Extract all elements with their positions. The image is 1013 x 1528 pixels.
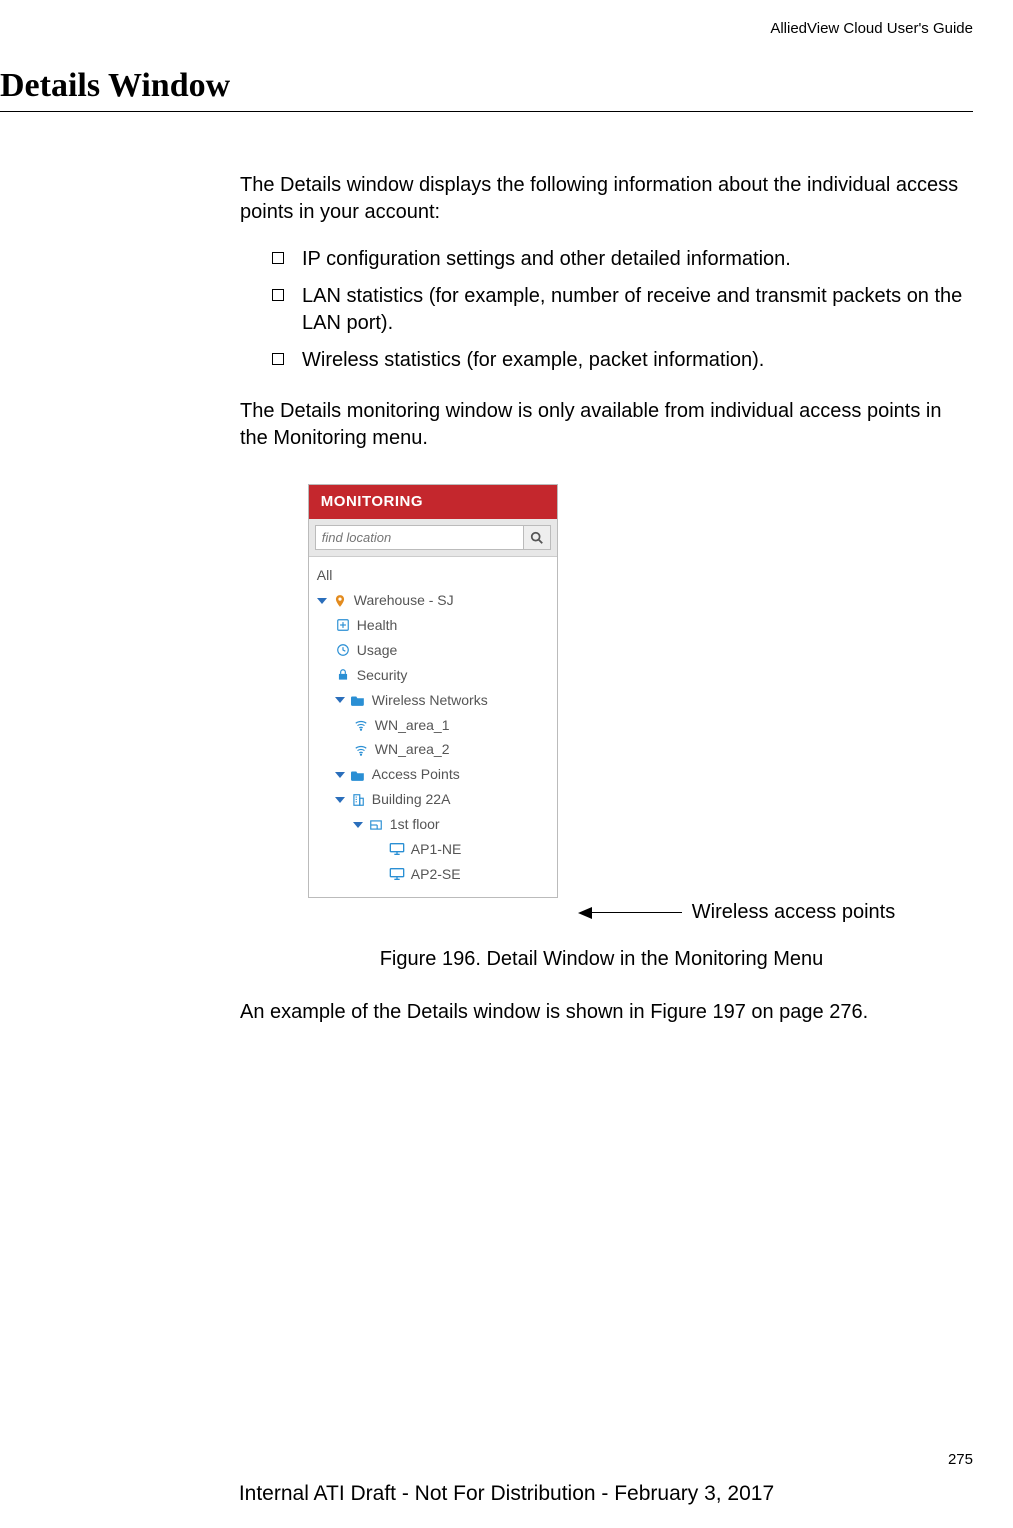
tree-item-wn1[interactable]: WN_area_1	[313, 713, 553, 738]
wifi-icon	[353, 717, 369, 733]
folder-icon	[350, 692, 366, 708]
tree-label: Usage	[357, 641, 397, 660]
section-heading: Details Window	[0, 67, 973, 105]
list-item: LAN statistics (for example, number of r…	[272, 283, 963, 337]
tree-label: WN_area_2	[375, 740, 450, 759]
tree-item-wn2[interactable]: WN_area_2	[313, 737, 553, 762]
tree-label: Health	[357, 616, 397, 635]
bullet-list: IP configuration settings and other deta…	[272, 246, 963, 374]
caret-icon	[335, 797, 345, 803]
bullet-text: IP configuration settings and other deta…	[302, 246, 963, 273]
device-icon	[389, 841, 405, 857]
tree-item-access-points[interactable]: Access Points	[313, 762, 553, 787]
bullet-text: LAN statistics (for example, number of r…	[302, 283, 963, 337]
floor-icon	[368, 817, 384, 833]
bullet-icon	[272, 353, 284, 365]
figure-area: MONITORING All Warehouse - SJ	[240, 484, 963, 926]
location-pin-icon	[332, 593, 348, 609]
tree-item-location[interactable]: Warehouse - SJ	[313, 588, 553, 613]
lock-icon	[335, 667, 351, 683]
search-button[interactable]	[523, 525, 551, 550]
folder-icon	[350, 767, 366, 783]
health-icon	[335, 617, 351, 633]
tree-item-usage[interactable]: Usage	[313, 638, 553, 663]
tree-label: Wireless Networks	[372, 691, 488, 710]
list-item: Wireless statistics (for example, packet…	[272, 347, 963, 374]
list-item: IP configuration settings and other deta…	[272, 246, 963, 273]
heading-rule	[0, 111, 973, 112]
caret-icon	[335, 772, 345, 778]
page-number: 275	[948, 1451, 973, 1468]
arrow-icon	[578, 907, 682, 919]
caret-icon	[317, 598, 327, 604]
caret-icon	[335, 697, 345, 703]
bullet-icon	[272, 252, 284, 264]
monitoring-panel: MONITORING All Warehouse - SJ	[308, 484, 558, 898]
search-icon	[530, 531, 544, 545]
intro-paragraph: The Details window displays the followin…	[240, 172, 963, 226]
document-header: AlliedView Cloud User's Guide	[0, 20, 973, 37]
tree-item-floor[interactable]: 1st floor	[313, 812, 553, 837]
bullet-icon	[272, 289, 284, 301]
tree-view: All Warehouse - SJ Health	[309, 557, 557, 897]
tree-label: Building 22A	[372, 790, 451, 809]
body-paragraph: The Details monitoring window is only av…	[240, 398, 963, 452]
device-icon	[389, 866, 405, 882]
tree-item-building[interactable]: Building 22A	[313, 787, 553, 812]
tree-label: 1st floor	[390, 815, 440, 834]
content-block: The Details window displays the followin…	[240, 172, 963, 1026]
panel-header: MONITORING	[309, 485, 557, 519]
bullet-text: Wireless statistics (for example, packet…	[302, 347, 963, 374]
tree-item-ap2[interactable]: AP2-SE	[313, 862, 553, 887]
usage-icon	[335, 642, 351, 658]
tree-label: Security	[357, 666, 408, 685]
tree-label: Warehouse - SJ	[354, 591, 454, 610]
tree-item-all[interactable]: All	[313, 563, 553, 588]
body-paragraph: An example of the Details window is show…	[240, 999, 963, 1026]
tree-label: AP1-NE	[411, 840, 462, 859]
tree-item-ap1[interactable]: AP1-NE	[313, 837, 553, 862]
tree-label: WN_area_1	[375, 716, 450, 735]
annotation: Wireless access points	[578, 484, 895, 926]
tree-item-security[interactable]: Security	[313, 663, 553, 688]
tree-item-health[interactable]: Health	[313, 613, 553, 638]
annotation-label: Wireless access points	[692, 899, 895, 926]
footer-draft-notice: Internal ATI Draft - Not For Distributio…	[0, 1482, 1013, 1506]
tree-label: AP2-SE	[411, 865, 461, 884]
caret-icon	[353, 822, 363, 828]
building-icon	[350, 792, 366, 808]
tree-label: Access Points	[372, 765, 460, 784]
figure-caption: Figure 196. Detail Window in the Monitor…	[240, 946, 963, 973]
search-input[interactable]	[315, 525, 524, 550]
tree-item-wireless-networks[interactable]: Wireless Networks	[313, 688, 553, 713]
wifi-icon	[353, 742, 369, 758]
search-row	[309, 519, 557, 557]
